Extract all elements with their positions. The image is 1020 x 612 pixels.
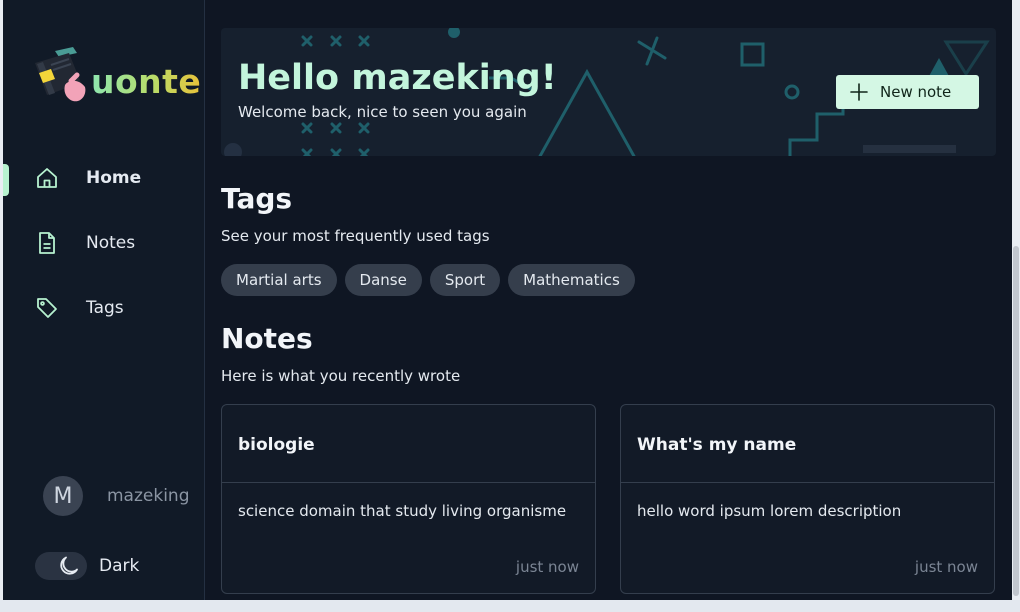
tag-chip[interactable]: Mathematics <box>508 264 635 296</box>
note-title: biologie <box>238 435 315 455</box>
notebook-logo-icon <box>35 47 86 102</box>
card-divider <box>621 482 994 483</box>
note-description: hello word ipsum lorem description <box>637 502 902 520</box>
theme-switcher: Dark <box>35 552 139 580</box>
new-note-button[interactable]: New note <box>836 75 979 109</box>
tag-chip[interactable]: Sport <box>429 264 501 296</box>
new-note-label: New note <box>880 83 952 101</box>
tag-icon <box>37 298 57 318</box>
note-description: science domain that study living organis… <box>238 502 567 520</box>
greeting-title: Hello mazeking! <box>238 58 557 98</box>
notes-heading: Notes <box>221 322 313 355</box>
card-divider <box>222 482 595 483</box>
notes-subtitle: Here is what you recently wrote <box>221 367 461 385</box>
note-card[interactable]: biologie science domain that study livin… <box>221 404 596 594</box>
tags-heading: Tags <box>221 182 293 215</box>
main-content: Hello mazeking! Welcome back, nice to se… <box>221 0 997 600</box>
avatar: M <box>43 476 83 516</box>
user-profile[interactable]: M mazeking <box>43 476 190 516</box>
note-timestamp: just now <box>914 558 978 576</box>
sidebar-item-home[interactable]: Home <box>33 162 193 194</box>
sidebar-item-tags[interactable]: Tags <box>33 292 193 324</box>
sidebar-item-label: Notes <box>86 233 136 253</box>
note-icon <box>39 232 55 254</box>
tag-chip[interactable]: Danse <box>344 264 422 296</box>
active-nav-indicator <box>3 164 9 196</box>
username: mazeking <box>107 486 190 506</box>
moon-icon <box>60 556 78 575</box>
note-title: What's my name <box>637 435 797 455</box>
sidebar-item-label: Tags <box>86 298 124 318</box>
home-icon <box>37 168 57 188</box>
tags-subtitle: See your most frequently used tags <box>221 227 490 245</box>
theme-label: Dark <box>99 556 140 576</box>
note-card[interactable]: What's my name hello word ipsum lorem de… <box>620 404 995 594</box>
sidebar: uonte Home Notes Tags M mazeking Dark <box>3 0 205 600</box>
tag-list: Martial arts Danse Sport Mathematics <box>221 264 635 296</box>
vertical-scrollbar[interactable] <box>1012 0 1020 600</box>
tag-chip[interactable]: Martial arts <box>221 264 337 296</box>
greeting-subtitle: Welcome back, nice to seen you again <box>238 103 527 121</box>
note-timestamp: just now <box>515 558 579 576</box>
welcome-banner: Hello mazeking! Welcome back, nice to se… <box>221 28 996 156</box>
sidebar-item-notes[interactable]: Notes <box>33 227 193 259</box>
sidebar-item-label: Home <box>86 168 142 188</box>
window-frame-bottom <box>0 600 1020 612</box>
logo-text: uonte <box>91 62 202 101</box>
app-logo[interactable]: uonte <box>25 40 205 110</box>
theme-toggle[interactable] <box>35 552 87 580</box>
scrollbar-thumb[interactable] <box>1013 246 1019 596</box>
plus-icon <box>850 83 868 101</box>
